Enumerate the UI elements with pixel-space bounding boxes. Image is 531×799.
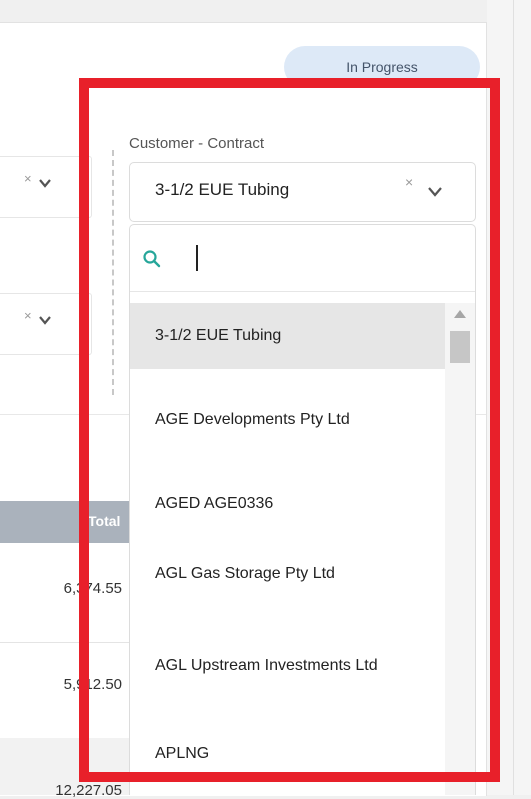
scroll-up-icon[interactable] bbox=[453, 309, 467, 319]
table-header-total: Total bbox=[0, 501, 129, 543]
window-edge bbox=[487, 0, 531, 795]
clear-icon[interactable]: × bbox=[24, 171, 32, 186]
table-cell-total: 5,912.50 bbox=[63, 676, 122, 693]
scrollbar[interactable] bbox=[445, 303, 475, 795]
list-item[interactable]: 3-1/2 EUE Tubing bbox=[130, 303, 445, 369]
chevron-down-icon[interactable] bbox=[38, 313, 52, 327]
status-badge: In Progress bbox=[284, 46, 480, 88]
search-input[interactable] bbox=[130, 225, 475, 292]
list-item[interactable]: APLNG bbox=[130, 721, 445, 787]
clear-icon[interactable]: × bbox=[405, 174, 413, 190]
table-cell-total: 6,374.55 bbox=[63, 580, 122, 597]
window-divider bbox=[513, 0, 514, 795]
dropdown-menu: 3-1/2 EUE Tubing AGE Developments Pty Lt… bbox=[129, 224, 476, 795]
chevron-down-icon[interactable] bbox=[38, 176, 52, 190]
search-icon bbox=[143, 250, 161, 268]
clear-icon[interactable]: × bbox=[24, 308, 32, 323]
list-item[interactable]: AGED AGE0336 bbox=[130, 471, 445, 537]
customer-contract-label: Customer - Contract bbox=[129, 135, 265, 152]
text-cursor bbox=[196, 245, 198, 271]
table-cell-total: 12,227.05 bbox=[55, 782, 122, 799]
list-item[interactable]: AGE Developments Pty Ltd bbox=[130, 369, 445, 471]
left-select-1[interactable]: × bbox=[0, 156, 92, 218]
left-select-2[interactable]: × bbox=[0, 293, 92, 355]
chevron-down-icon[interactable] bbox=[426, 184, 444, 200]
customer-contract-select[interactable]: 3-1/2 EUE Tubing × bbox=[129, 162, 476, 222]
row-divider bbox=[0, 642, 129, 643]
scrollbar-thumb[interactable] bbox=[450, 331, 470, 363]
dashed-separator bbox=[112, 150, 114, 395]
select-value: 3-1/2 EUE Tubing bbox=[155, 180, 290, 199]
list-item[interactable]: AGL Upstream Investments Ltd bbox=[130, 611, 445, 721]
list-item[interactable]: AGL Gas Storage Pty Ltd bbox=[130, 537, 445, 611]
options-list: 3-1/2 EUE Tubing AGE Developments Pty Lt… bbox=[130, 303, 445, 787]
